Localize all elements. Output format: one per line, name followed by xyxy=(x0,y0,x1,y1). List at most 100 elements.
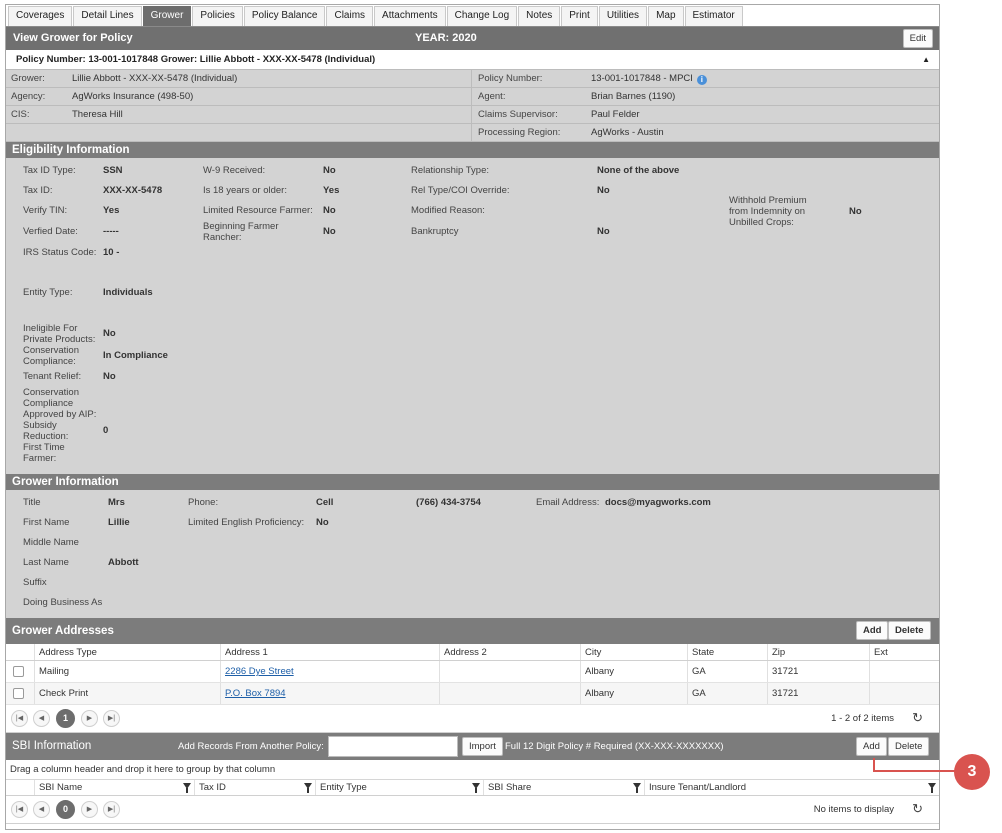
refresh-icon[interactable]: ↻ xyxy=(912,710,923,726)
tab-change-log[interactable]: Change Log xyxy=(446,6,518,26)
column-header-zip[interactable]: Zip xyxy=(768,644,870,660)
address-1-link[interactable]: P.O. Box 7894 xyxy=(225,688,286,699)
email-label: Email Address: xyxy=(536,497,600,508)
current-page[interactable]: 1 xyxy=(56,709,75,728)
sbi-table-header: SBI Name Tax ID Entity Type SBI Share In… xyxy=(6,780,939,796)
relationship-type-label: Relationship Type: xyxy=(411,165,489,176)
first-page-icon[interactable]: |◀ xyxy=(11,710,28,727)
tab-print[interactable]: Print xyxy=(561,6,598,26)
next-page-icon[interactable]: ▶ xyxy=(81,801,98,818)
tab-claims[interactable]: Claims xyxy=(326,6,374,26)
tab-utilities[interactable]: Utilities xyxy=(598,6,648,26)
import-button[interactable]: Import xyxy=(462,737,503,756)
column-header-address-2[interactable]: Address 2 xyxy=(440,644,581,660)
column-header-sbi-name[interactable]: SBI Name xyxy=(35,780,195,795)
grower-information-header: Grower Information xyxy=(6,474,939,490)
cis-value: Theresa Hill xyxy=(72,109,123,120)
agent-label: Agent: xyxy=(478,91,506,102)
column-header-ext[interactable]: Ext xyxy=(870,644,939,660)
prev-page-icon[interactable]: ◀ xyxy=(33,710,50,727)
add-sbi-button[interactable]: Add xyxy=(856,737,887,756)
current-page[interactable]: 0 xyxy=(56,800,75,819)
column-header-state[interactable]: State xyxy=(688,644,768,660)
policy-number-label: Policy Number: xyxy=(478,73,543,84)
collapse-caret-icon[interactable]: ▲ xyxy=(922,50,930,70)
filter-icon[interactable] xyxy=(472,783,480,793)
column-header-entity-type[interactable]: Entity Type xyxy=(316,780,484,795)
entity-type-label: Entity Type: xyxy=(23,287,73,298)
column-header-address-type[interactable]: Address Type xyxy=(35,644,221,660)
tab-notes[interactable]: Notes xyxy=(518,6,561,26)
suffix-label: Suffix xyxy=(23,577,47,588)
address-1-link[interactable]: 2286 Dye Street xyxy=(225,666,294,677)
beginning-farmer-value: No xyxy=(323,226,336,237)
policy-number-input[interactable] xyxy=(328,736,458,757)
group-by-bar[interactable]: Drag a column header and drop it here to… xyxy=(6,760,939,780)
title-label: Title xyxy=(23,497,41,508)
zip-cell: 31721 xyxy=(768,661,870,682)
delete-address-button[interactable]: Delete xyxy=(888,621,931,640)
eligibility-panel: Tax ID Type: SSN Tax ID: XXX-XX-5478 Ver… xyxy=(6,158,939,474)
zip-cell: 31721 xyxy=(768,683,870,704)
edit-button[interactable]: Edit xyxy=(902,29,933,48)
table-row[interactable]: Check Print P.O. Box 7894 Albany GA 3172… xyxy=(6,683,939,705)
irs-status-value: 10 - xyxy=(103,247,120,258)
insure-tenant-header-label: Insure Tenant/Landlord xyxy=(649,782,747,793)
middle-name-label: Middle Name xyxy=(23,537,79,548)
entity-type-value: Individuals xyxy=(103,287,153,298)
first-page-icon[interactable]: |◀ xyxy=(11,801,28,818)
info-icon[interactable]: i xyxy=(696,75,707,85)
tab-grower[interactable]: Grower xyxy=(142,6,192,26)
column-header-address-1[interactable]: Address 1 xyxy=(221,644,440,660)
subsidy-label-1: Subsidy xyxy=(23,420,57,431)
next-page-icon[interactable]: ▶ xyxy=(81,710,98,727)
sbi-pager: |◀ ◀ 0 ▶ ▶| No items to display ↻ xyxy=(6,796,939,824)
column-header-insure-tenant-landlord[interactable]: Insure Tenant/Landlord xyxy=(645,780,939,795)
dba-label: Doing Business As xyxy=(23,597,103,608)
tab-coverages[interactable]: Coverages xyxy=(8,6,73,26)
row-checkbox[interactable] xyxy=(13,665,24,677)
filter-icon[interactable] xyxy=(183,783,191,793)
claims-supervisor-label: Claims Supervisor: xyxy=(478,109,558,120)
column-header-tax-id[interactable]: Tax ID xyxy=(195,780,316,795)
bankruptcy-label: Bankruptcy xyxy=(411,226,459,237)
tab-policies[interactable]: Policies xyxy=(192,6,243,26)
filter-icon[interactable] xyxy=(928,783,936,793)
cons-aip-label-3: Approved by AIP: xyxy=(23,409,97,420)
add-address-button[interactable]: Add xyxy=(856,621,889,640)
ext-cell xyxy=(870,683,939,704)
column-header-city[interactable]: City xyxy=(581,644,688,660)
last-page-icon[interactable]: ▶| xyxy=(103,710,120,727)
prev-page-icon[interactable]: ◀ xyxy=(33,801,50,818)
phone-label: Phone: xyxy=(188,497,219,508)
modified-reason-label: Modified Reason: xyxy=(411,205,485,216)
tab-attachments[interactable]: Attachments xyxy=(374,6,446,26)
tax-id-label: Tax ID: xyxy=(23,185,53,196)
lep-label: Limited English Proficiency: xyxy=(188,517,305,528)
tab-estimator[interactable]: Estimator xyxy=(684,6,743,26)
tab-map[interactable]: Map xyxy=(648,6,684,26)
grower-label: Grower: xyxy=(11,73,45,84)
sbi-header: SBI Information Add Records From Another… xyxy=(6,733,939,760)
filter-icon[interactable] xyxy=(304,783,312,793)
filter-icon[interactable] xyxy=(633,783,641,793)
first-name-label: First Name xyxy=(23,517,70,528)
cons-aip-label-2: Compliance xyxy=(23,398,74,409)
age18-value: Yes xyxy=(323,185,340,196)
refresh-icon[interactable]: ↻ xyxy=(912,801,923,817)
tab-detail-lines[interactable]: Detail Lines xyxy=(73,6,142,26)
column-header-sbi-share[interactable]: SBI Share xyxy=(484,780,645,795)
items-count: 1 - 2 of 2 items xyxy=(831,713,894,724)
processing-region-value: AgWorks - Austin xyxy=(591,127,664,138)
row-checkbox[interactable] xyxy=(13,687,24,699)
last-page-icon[interactable]: ▶| xyxy=(103,801,120,818)
delete-sbi-button[interactable]: Delete xyxy=(888,737,930,756)
policy-header-text: Policy Number: 13-001-1017848 Grower: Li… xyxy=(16,54,376,65)
table-row[interactable]: Mailing 2286 Dye Street Albany GA 31721 xyxy=(6,661,939,683)
address-2-cell xyxy=(440,683,581,704)
withhold-label-3: Unbilled Crops: xyxy=(729,217,794,228)
conservation-value: In Compliance xyxy=(103,350,168,361)
policy-header[interactable]: Policy Number: 13-001-1017848 Grower: Li… xyxy=(6,50,939,70)
first-time-label-2: Farmer: xyxy=(23,453,57,464)
tab-policy-balance[interactable]: Policy Balance xyxy=(243,6,326,26)
